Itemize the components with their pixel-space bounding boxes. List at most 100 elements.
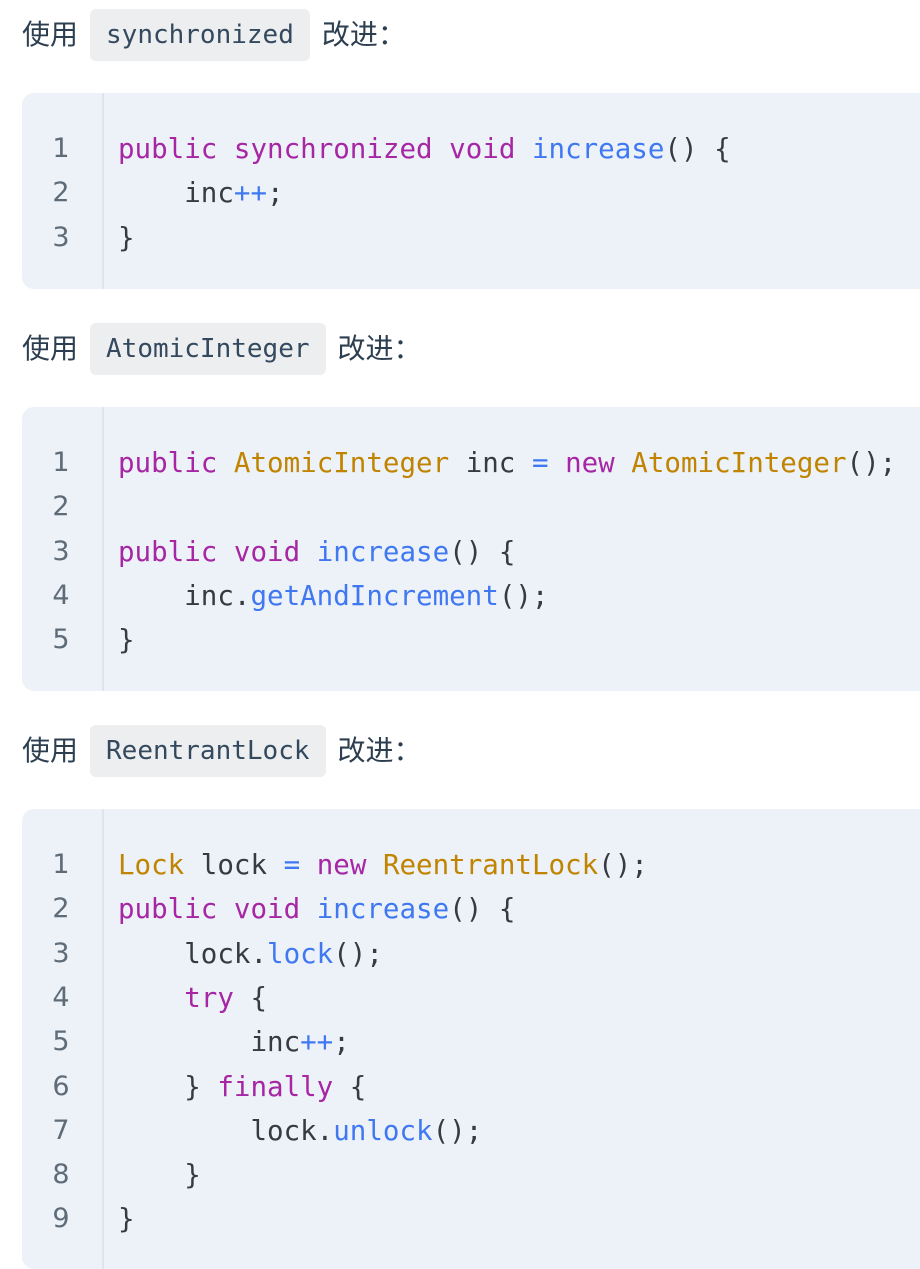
prefix-text: 使用	[22, 734, 79, 767]
prefix-text: 使用	[22, 332, 79, 365]
plain-token: ();	[498, 579, 549, 612]
code-line: try {	[118, 976, 267, 1020]
code-block-synchronized: 1 2 3 public synchronized void increase() …	[22, 93, 920, 289]
line-number: 2	[52, 893, 70, 925]
line-number: 1	[52, 133, 70, 164]
line-number: 1	[52, 447, 70, 478]
plain-token: () {	[449, 535, 516, 568]
function-token: unlock	[333, 1114, 433, 1147]
plain-token: lock.	[118, 937, 268, 970]
line-number: 7	[52, 1114, 70, 1146]
plain-token: }	[118, 1203, 135, 1236]
plain-token: {	[333, 1070, 367, 1103]
line-number: 5	[52, 624, 70, 656]
keyword-token: public	[118, 447, 218, 479]
code-line: public void increase() {	[118, 887, 515, 931]
keyword-token: finally	[217, 1070, 334, 1103]
line-number: 3	[52, 221, 70, 253]
plain-token: lock	[184, 849, 284, 881]
line-number: 4	[52, 981, 70, 1013]
plain-token: ();	[846, 447, 897, 479]
line-number-gutter: 1 2 3 4 5	[22, 407, 104, 691]
code-line: public synchronized void increase() {	[118, 127, 731, 171]
plain-token: }	[118, 221, 135, 254]
code-line: public void increase() {	[118, 530, 515, 574]
keyword-token: void	[449, 133, 516, 165]
plain-token: inc	[118, 1026, 301, 1059]
suffix-text: 改进：	[337, 332, 422, 365]
code-line: }	[118, 618, 135, 662]
line-number: 8	[52, 1159, 70, 1191]
keyword-token: public	[118, 535, 218, 568]
function-token: getAndIncrement	[250, 579, 499, 612]
plain-token: inc.	[118, 579, 251, 612]
keyword-token: new	[316, 849, 367, 881]
paragraph-atomicinteger: 使用 AtomicInteger 改进：	[22, 323, 422, 375]
inline-code-atomicinteger: AtomicInteger	[90, 323, 326, 375]
function-token: increase	[316, 893, 450, 926]
keyword-token: void	[233, 893, 301, 926]
code-block-atomicinteger: 1 2 3 4 5 public AtomicInteger inc = new Ato…	[22, 407, 920, 691]
line-number-gutter: 1 2 3	[22, 93, 104, 289]
keyword-token: synchronized	[233, 133, 433, 165]
plain-token: () {	[664, 133, 731, 165]
inline-code-synchronized: synchronized	[90, 9, 310, 61]
plain-token: ();	[432, 1114, 483, 1147]
plain-token: inc	[449, 447, 532, 479]
code-line: inc.getAndIncrement();	[118, 574, 548, 618]
code-line: Lock lock = new ReentrantLock();	[118, 843, 648, 887]
line-number: 3	[52, 937, 70, 969]
line-number: 4	[52, 579, 70, 611]
keyword-token: try	[184, 981, 234, 1014]
function-token: increase	[531, 133, 665, 165]
plain-token: ();	[333, 937, 383, 970]
keyword-token: new	[565, 447, 615, 479]
type-token: Lock	[118, 849, 185, 881]
keyword-token: void	[233, 535, 301, 568]
function-token: increase	[316, 535, 450, 568]
paragraph-synchronized: 使用 synchronized 改进：	[22, 9, 406, 61]
code-line: inc++;	[118, 1020, 350, 1064]
line-number: 2	[52, 177, 70, 209]
prefix-text: 使用	[22, 18, 79, 51]
line-number-gutter: 1 2 3 4 5 6 7 8 9	[22, 809, 104, 1269]
plain-token: ;	[267, 177, 284, 210]
line-number: 1	[52, 849, 70, 880]
code-line: lock.unlock();	[118, 1109, 482, 1153]
operator-token: ++	[233, 177, 268, 210]
plain-token: ();	[598, 849, 648, 881]
type-token: AtomicInteger	[631, 447, 847, 479]
line-number: 6	[52, 1070, 70, 1102]
code-line: } finally {	[118, 1065, 366, 1109]
type-token: ReentrantLock	[382, 849, 599, 881]
code-line: inc++;	[118, 171, 284, 215]
plain-token: {	[233, 981, 268, 1014]
type-token: AtomicInteger	[233, 447, 450, 479]
line-number: 2	[52, 491, 70, 523]
plain-token: }	[118, 624, 135, 657]
suffix-text: 改进：	[321, 18, 406, 51]
function-token: lock	[267, 937, 334, 970]
line-number: 3	[52, 535, 70, 567]
plain-token: }	[118, 1070, 218, 1103]
operator-token: ++	[300, 1026, 334, 1059]
paragraph-reentrantlock: 使用 ReentrantLock 改进：	[22, 725, 422, 777]
code-line: public AtomicInteger inc = new AtomicInt…	[118, 441, 896, 485]
operator-token: =	[531, 447, 549, 479]
code-line: }	[118, 1197, 135, 1241]
plain-token: ;	[333, 1026, 350, 1059]
keyword-token: public	[118, 133, 218, 165]
line-number: 5	[52, 1026, 70, 1058]
